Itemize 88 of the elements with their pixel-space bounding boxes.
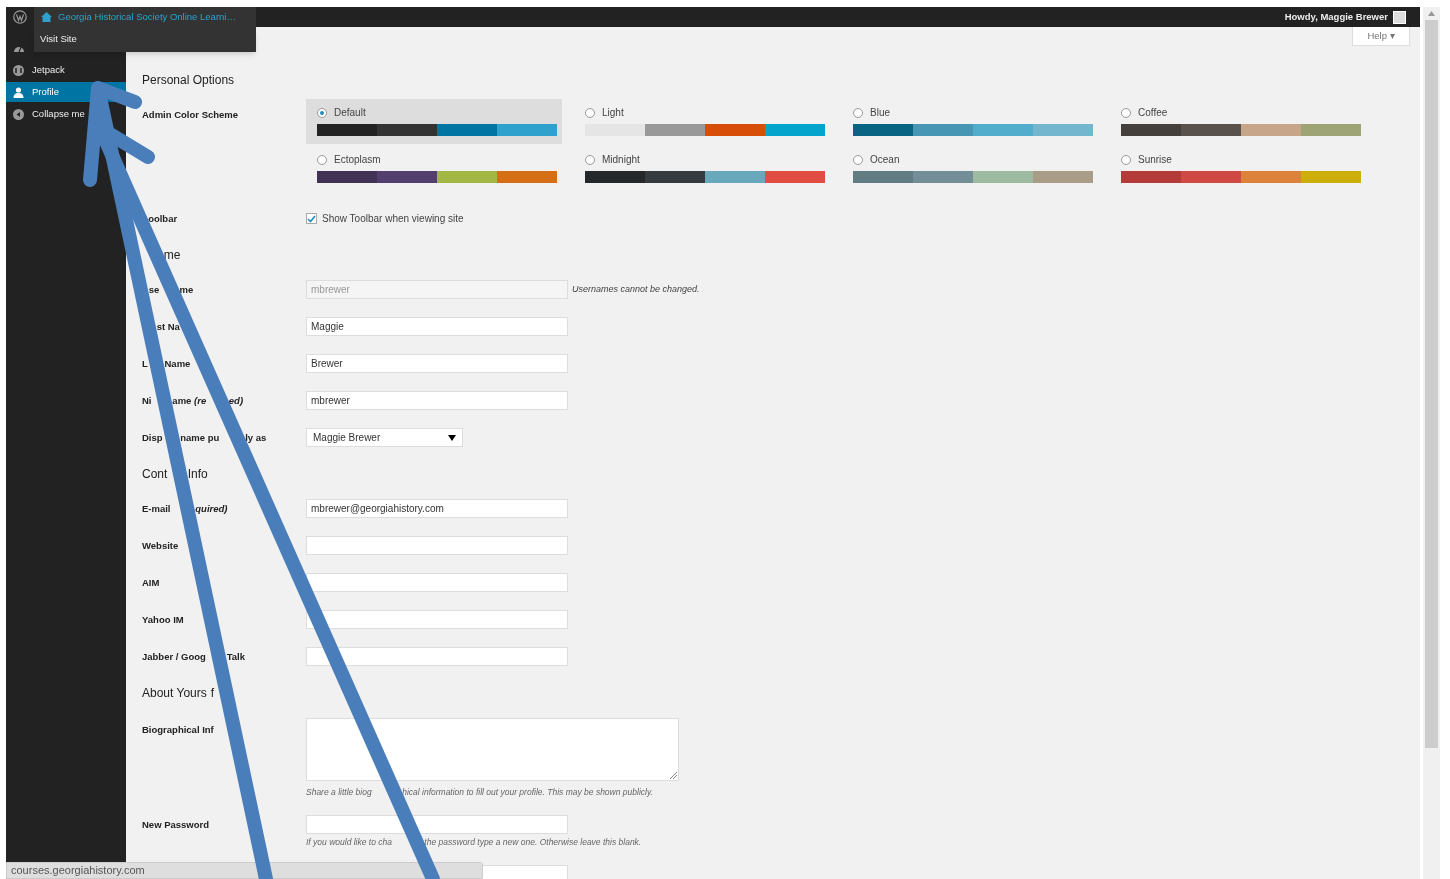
section-heading: f (210, 685, 215, 702)
radio-button[interactable] (1121, 107, 1131, 118)
menu-item[interactable]: Visit Site (40, 32, 77, 47)
field-label: Admin Color Scheme (142, 108, 239, 122)
text-field[interactable] (306, 573, 568, 592)
field-label: AIM (142, 576, 160, 590)
field-label: ame (re (172, 394, 207, 408)
color-scheme-option[interactable]: Midnight (574, 146, 830, 191)
radio-button[interactable] (853, 154, 863, 165)
field-label: oolbar (148, 212, 178, 226)
collapse-icon (13, 108, 24, 120)
field-label: st Na (156, 320, 180, 334)
field-label: Yahoo IM (142, 613, 184, 627)
text-field[interactable]: Maggie (306, 317, 568, 336)
color-scheme-option[interactable]: Default (306, 99, 562, 144)
check-icon (307, 214, 316, 223)
home-icon (41, 12, 52, 22)
field-label: Ni (142, 394, 152, 408)
section-heading: Personal Options (142, 72, 235, 89)
field-label: New Password (142, 818, 210, 832)
scheme-name: Sunrise (1138, 153, 1172, 167)
biography-textarea[interactable] (306, 718, 679, 781)
url-tooltip: courses.georgiahistory.com (6, 862, 483, 879)
text-field[interactable]: mbrewer (306, 391, 568, 410)
field-label: me (179, 283, 194, 297)
text-field[interactable] (306, 815, 568, 834)
radio-button[interactable] (1121, 154, 1131, 165)
scheme-name: Ocean (870, 153, 900, 167)
field-label: Website (142, 539, 179, 553)
section-heading: me (163, 247, 181, 264)
field-label: L (142, 357, 148, 371)
field-label: ed) (228, 394, 244, 408)
color-scheme-option[interactable]: Ectoplasm (306, 146, 562, 191)
radio-button[interactable] (853, 107, 863, 118)
scheme-name: Ectoplasm (334, 153, 381, 167)
color-scheme-option[interactable]: Ocean (842, 146, 1098, 191)
section-heading: About Yours (142, 685, 207, 702)
field-label: Name (164, 357, 191, 371)
help-button[interactable]: Help ▾ (1352, 27, 1410, 46)
jetpack-icon (13, 64, 24, 76)
color-scheme-option[interactable]: Blue (842, 99, 1098, 144)
text-field[interactable] (306, 647, 568, 666)
scheme-name: Light (602, 106, 624, 120)
caret-icon (448, 434, 456, 441)
radio-button[interactable] (585, 154, 595, 165)
field-label: quired) (195, 502, 228, 516)
radio-button[interactable] (317, 107, 327, 118)
field-note: Usernames cannot be changed. (572, 282, 700, 296)
field-label: E-mail (142, 502, 171, 516)
sidebar-item[interactable]: Collapse me (6, 104, 87, 124)
scroll-up-icon[interactable] (1428, 11, 1435, 16)
scheme-name: Coffee (1138, 106, 1168, 120)
text-field[interactable]: mbrewer@georgiahistory.com (306, 499, 568, 518)
wordpress-logo-icon[interactable] (13, 10, 27, 24)
text-field[interactable] (306, 610, 568, 629)
color-scheme-option[interactable]: Coffee (1110, 99, 1366, 144)
field-label: Disp (142, 431, 163, 445)
field-label: Talk (226, 650, 246, 664)
color-scheme-option[interactable]: Light (574, 99, 830, 144)
greeting[interactable]: Howdy, Maggie Brewer (1284, 9, 1388, 25)
scrollbar[interactable] (1423, 7, 1440, 879)
field-label: ly as (245, 431, 267, 445)
site-menu[interactable]: Georgia Historical Society Online Learni… (34, 7, 256, 27)
field-hint: the password type a new one. Otherwise leave this blank. (424, 836, 642, 849)
color-scheme-option[interactable]: Sunrise (1110, 146, 1366, 191)
scheme-name: Blue (870, 106, 890, 120)
scheme-name: Default (334, 106, 366, 120)
section-heading: Cont (142, 466, 168, 483)
field-hint: If you would like to cha (306, 836, 392, 849)
display-name-dropdown[interactable]: Maggie Brewer (306, 428, 463, 447)
resize-handle-icon (670, 772, 677, 779)
avatar (1393, 10, 1406, 24)
section-heading: Info (187, 466, 208, 483)
field-hint: hical information to fill out your profile. This may be shown publicly. (402, 786, 653, 799)
text-field[interactable]: Brewer (306, 354, 568, 373)
person-icon (13, 86, 24, 98)
sidebar-item[interactable]: Jetpack (6, 60, 67, 80)
checkbox[interactable] (306, 213, 317, 224)
scheme-name: Midnight (602, 153, 640, 167)
checkbox-label: Show Toolbar when viewing site (322, 212, 464, 226)
radio-button[interactable] (317, 154, 327, 165)
field-label: se (148, 283, 160, 297)
text-field[interactable] (306, 536, 568, 555)
field-label: Jabber / Goog (142, 650, 206, 664)
radio-button[interactable] (585, 107, 595, 118)
field-label: Biographical Inf (142, 723, 214, 737)
field-hint: Share a little biog (306, 786, 372, 799)
field-label: name pu (180, 431, 220, 445)
